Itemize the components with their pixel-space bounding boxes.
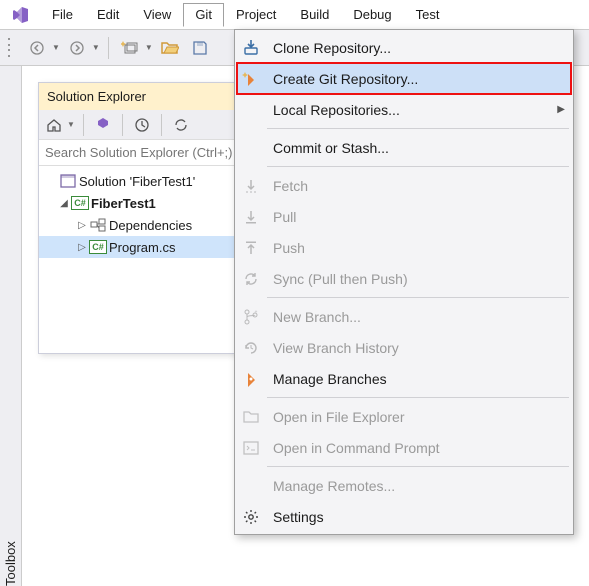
- menu-separator: [267, 166, 569, 167]
- solution-tree: Solution 'FiberTest1' ◢ C# FiberTest1 ▷ …: [39, 166, 243, 353]
- fetch-icon: [239, 175, 263, 197]
- nav-forward-button[interactable]: [64, 35, 90, 61]
- menubar: File Edit View Git Project Build Debug T…: [0, 0, 589, 30]
- menu-file[interactable]: File: [40, 3, 85, 26]
- csharp-file-icon: C#: [89, 239, 107, 255]
- git-sync-label: Sync (Pull then Push): [273, 271, 565, 287]
- save-button[interactable]: [187, 35, 213, 61]
- new-branch-icon: [239, 306, 263, 328]
- collapse-twisty-icon[interactable]: ◢: [57, 198, 71, 209]
- menu-edit[interactable]: Edit: [85, 3, 131, 26]
- gear-icon: [239, 506, 263, 528]
- git-manage-branches-item[interactable]: Manage Branches: [237, 363, 571, 394]
- project-label: FiberTest1: [91, 196, 156, 211]
- open-button[interactable]: [157, 35, 183, 61]
- git-create-repo-item[interactable]: Create Git Repository...: [237, 63, 571, 94]
- chevron-down-icon[interactable]: ▼: [52, 43, 60, 52]
- menu-test[interactable]: Test: [404, 3, 452, 26]
- toolbar-grip-icon: [8, 37, 14, 59]
- menu-separator: [267, 466, 569, 467]
- folder-icon: [239, 406, 263, 428]
- expand-twisty-icon[interactable]: ▷: [75, 242, 89, 253]
- menu-build[interactable]: Build: [288, 3, 341, 26]
- solution-explorer-title: Solution Explorer: [39, 83, 243, 110]
- menu-separator: [267, 128, 569, 129]
- manage-branches-icon: [239, 368, 263, 390]
- blank-icon: [239, 99, 263, 121]
- git-open-cmd-item[interactable]: Open in Command Prompt: [237, 432, 571, 463]
- git-open-cmd-label: Open in Command Prompt: [273, 440, 565, 456]
- blank-icon: [239, 137, 263, 159]
- menu-git[interactable]: Git: [183, 3, 224, 27]
- git-menu-dropdown: Clone Repository... Create Git Repositor…: [234, 29, 574, 535]
- menu-separator: [267, 297, 569, 298]
- git-commit-item[interactable]: Commit or Stash...: [237, 132, 571, 163]
- menu-separator: [267, 397, 569, 398]
- git-manage-branches-label: Manage Branches: [273, 371, 565, 387]
- menu-debug[interactable]: Debug: [341, 3, 403, 26]
- git-new-branch-label: New Branch...: [273, 309, 565, 325]
- git-new-branch-item[interactable]: New Branch...: [237, 301, 571, 332]
- solution-search-input[interactable]: [39, 145, 243, 160]
- git-remotes-item[interactable]: Manage Remotes...: [237, 470, 571, 501]
- submenu-arrow-icon: ▶: [557, 104, 565, 115]
- solution-explorer-toolbar: ▼: [39, 110, 243, 140]
- git-pull-item[interactable]: Pull: [237, 201, 571, 232]
- home-icon[interactable]: [43, 114, 65, 136]
- git-open-explorer-label: Open in File Explorer: [273, 409, 565, 425]
- git-settings-label: Settings: [273, 509, 565, 525]
- terminal-icon: [239, 437, 263, 459]
- dependencies-node[interactable]: ▷ Dependencies: [39, 214, 243, 236]
- project-node[interactable]: ◢ C# FiberTest1: [39, 192, 243, 214]
- clone-icon: [239, 37, 263, 59]
- toolbox-label: Toolbox: [3, 74, 18, 586]
- nav-back-button[interactable]: [24, 35, 50, 61]
- git-settings-item[interactable]: Settings: [237, 501, 571, 532]
- dependencies-label: Dependencies: [109, 218, 192, 233]
- csharp-icon: C#: [71, 195, 89, 211]
- expand-twisty-icon[interactable]: ▷: [75, 220, 89, 231]
- git-clone-label: Clone Repository...: [273, 40, 565, 56]
- program-file-node[interactable]: ▷ C# Program.cs: [39, 236, 243, 258]
- chevron-down-icon[interactable]: ▼: [145, 43, 153, 52]
- git-clone-item[interactable]: Clone Repository...: [237, 32, 571, 63]
- chevron-down-icon[interactable]: ▼: [67, 120, 75, 129]
- toolbox-panel-tab[interactable]: Toolbox: [0, 66, 22, 586]
- history-icon: [239, 337, 263, 359]
- solution-search[interactable]: [39, 140, 243, 166]
- pull-icon: [239, 206, 263, 228]
- git-remotes-label: Manage Remotes...: [273, 478, 565, 494]
- blank-icon: [239, 475, 263, 497]
- menu-view[interactable]: View: [131, 3, 183, 26]
- git-commit-label: Commit or Stash...: [273, 140, 565, 156]
- git-open-explorer-item[interactable]: Open in File Explorer: [237, 401, 571, 432]
- git-pull-label: Pull: [273, 209, 565, 225]
- git-history-item[interactable]: View Branch History: [237, 332, 571, 363]
- git-push-label: Push: [273, 240, 565, 256]
- new-item-button[interactable]: [117, 35, 143, 61]
- solution-explorer-panel: Solution Explorer ▼ Solution 'FiberTest1…: [38, 82, 244, 354]
- vs-logo-icon: [10, 4, 32, 26]
- pending-changes-icon[interactable]: [131, 114, 153, 136]
- chevron-down-icon[interactable]: ▼: [92, 43, 100, 52]
- program-label: Program.cs: [109, 240, 175, 255]
- git-local-repos-item[interactable]: Local Repositories... ▶: [237, 94, 571, 125]
- sync-icon[interactable]: [170, 114, 192, 136]
- menu-project[interactable]: Project: [224, 3, 288, 26]
- create-repo-icon: [239, 68, 263, 90]
- git-fetch-label: Fetch: [273, 178, 565, 194]
- sync-icon: [239, 268, 263, 290]
- solution-label: Solution 'FiberTest1': [79, 174, 195, 189]
- git-history-label: View Branch History: [273, 340, 565, 356]
- git-sync-item[interactable]: Sync (Pull then Push): [237, 263, 571, 294]
- git-local-repos-label: Local Repositories...: [273, 102, 547, 118]
- solution-icon: [59, 173, 77, 189]
- git-create-repo-label: Create Git Repository...: [273, 71, 565, 87]
- push-icon: [239, 237, 263, 259]
- git-fetch-item[interactable]: Fetch: [237, 170, 571, 201]
- solution-node[interactable]: Solution 'FiberTest1': [39, 170, 243, 192]
- switch-views-icon[interactable]: [92, 114, 114, 136]
- dependencies-icon: [89, 217, 107, 233]
- git-push-item[interactable]: Push: [237, 232, 571, 263]
